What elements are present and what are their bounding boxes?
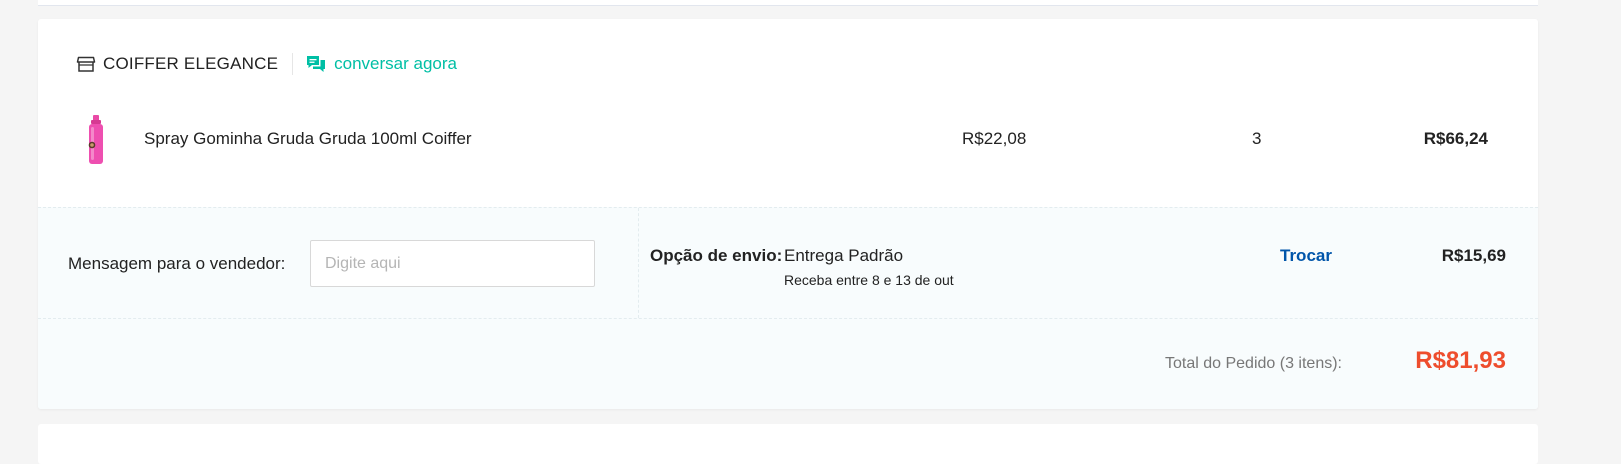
product-thumbnail[interactable] (82, 111, 110, 171)
product-name[interactable]: Spray Gominha Gruda Gruda 100ml Coiffer (144, 129, 472, 149)
seller-message-input[interactable] (310, 240, 595, 287)
shipping-option-label: Opção de envio: (650, 246, 783, 265)
seller-message-section: Mensagem para o vendedor: (38, 208, 639, 318)
seller-message-label: Mensagem para o vendedor: (68, 254, 286, 273)
chat-bubbles-icon (305, 53, 327, 75)
shop-header: COIFFER ELEGANCE conversar agora (76, 51, 457, 77)
next-section-card (38, 424, 1538, 464)
product-unit-price: R$22,08 (962, 129, 1027, 148)
shipping-option-section: Opção de envio: Entrega Padrão Receba en… (650, 208, 1538, 318)
product-row: Spray Gominha Gruda Gruda 100ml Coiffer … (38, 107, 1538, 177)
header-divider (292, 53, 294, 75)
store-icon (76, 54, 96, 74)
shipping-price: R$15,69 (1441, 246, 1506, 265)
shipping-method: Entrega Padrão (784, 246, 904, 265)
delivery-estimate: Receba entre 8 e 13 de out (784, 272, 954, 288)
shop-name[interactable]: COIFFER ELEGANCE (103, 54, 278, 74)
product-subtotal: R$66,24 (1423, 129, 1488, 148)
shop-order-card: COIFFER ELEGANCE conversar agora Spray G… (38, 19, 1538, 409)
order-total-value: R$81,93 (1415, 347, 1506, 374)
chat-now-button[interactable]: conversar agora (305, 53, 457, 75)
previous-section-card (38, 0, 1538, 6)
order-total-label: Total do Pedido (3 itens): (1165, 355, 1342, 372)
order-details-area: Mensagem para o vendedor: Opção de envio… (38, 207, 1538, 409)
order-total-row: Total do Pedido (3 itens): R$81,93 (38, 318, 1538, 409)
product-quantity: 3 (1252, 129, 1262, 148)
chat-now-label: conversar agora (334, 54, 457, 73)
change-shipping-button[interactable]: Trocar (1280, 246, 1332, 266)
